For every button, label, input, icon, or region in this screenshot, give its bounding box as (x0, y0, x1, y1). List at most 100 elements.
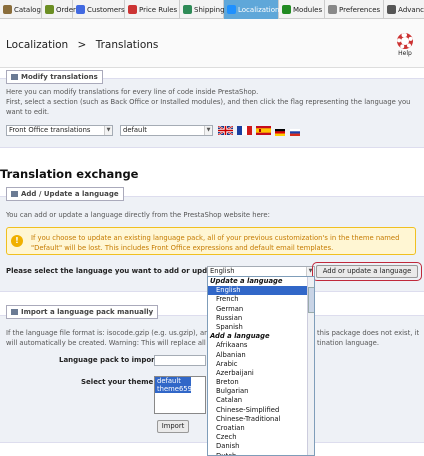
legend-icon (11, 309, 18, 315)
warning-text: If you choose to update an existing lang… (31, 234, 400, 252)
language-dropdown-list[interactable]: Update a language English French German Russ… (207, 276, 315, 456)
language-option[interactable]: Croatian (208, 424, 314, 433)
tab-label: Customers (87, 5, 125, 14)
import-desc-1a: If the language file format is: isocode.… (6, 329, 213, 337)
tab-shipping[interactable]: Shipping (180, 0, 225, 19)
tab-label: Price Rules (139, 5, 178, 14)
translation-type-value: Front Office translations (9, 126, 91, 134)
german-flag-icon[interactable] (275, 128, 285, 137)
language-option[interactable]: Danish (208, 442, 314, 451)
theme-select-label: Select your theme: (81, 378, 157, 386)
warning-box: ! If you choose to update an existing la… (6, 227, 416, 255)
language-option[interactable]: Azerbaijani (208, 369, 314, 378)
warning-icon: ! (11, 235, 23, 247)
language-option[interactable]: Dutch (208, 452, 314, 455)
language-option[interactable]: Chinese-Traditional (208, 415, 314, 424)
language-option[interactable]: Russian (208, 314, 314, 323)
pack-import-label: Language pack to import: (59, 356, 161, 364)
chevron-down-icon: ▼ (104, 126, 112, 135)
help-label: Help (398, 50, 412, 57)
theme-option[interactable]: theme659 (155, 385, 192, 393)
tab-label: Advanced (398, 5, 424, 14)
theme-select[interactable]: default ▼ (120, 125, 213, 136)
language-option[interactable]: Breton (208, 378, 314, 387)
dropdown-group-label: Update a language (210, 277, 283, 285)
add-update-legend: Add / Update a language (6, 187, 124, 201)
language-option[interactable]: English (208, 286, 314, 296)
import-desc-1b: this package does not exist, it (317, 329, 420, 337)
tab-advanced[interactable]: Advanced (384, 0, 424, 19)
language-pack-file-input[interactable] (154, 355, 206, 366)
import-desc-2b: tination language. (317, 339, 380, 347)
tab-label: Localization (238, 5, 280, 14)
language-option[interactable]: Spanish (208, 323, 314, 332)
language-option[interactable]: Albanian (208, 351, 314, 360)
language-option[interactable]: Catalan (208, 396, 314, 405)
tab-customers[interactable]: Customers (73, 0, 125, 19)
modify-desc-2: First, select a section (such as Back Of… (6, 98, 411, 106)
chevron-down-icon: ▼ (204, 126, 212, 135)
spanish-flag-icon[interactable] (256, 126, 271, 135)
tab-orders[interactable]: Orders (42, 0, 80, 19)
theme-option[interactable]: default (155, 377, 191, 385)
add-update-desc: You can add or update a language directl… (6, 211, 270, 219)
breadcrumb-page: Translations (95, 39, 159, 51)
theme-select-value: default (123, 126, 147, 134)
tab-label: Modules (293, 5, 323, 14)
tab-label: Catalog (14, 5, 41, 14)
dropdown-group-label: Add a language (210, 332, 270, 341)
language-option[interactable]: Czech (208, 433, 314, 442)
modules-icon (282, 5, 291, 14)
dropdown-scrollbar[interactable] (307, 277, 314, 455)
legend-icon (11, 74, 18, 80)
lifebuoy-icon (397, 33, 413, 49)
tab-label: Preferences (339, 5, 381, 14)
customers-icon (76, 5, 85, 14)
price-rules-icon (128, 5, 137, 14)
language-select-label: Please select the language you want to a… (6, 267, 223, 275)
legend-icon (11, 191, 18, 197)
modify-translations-legend: Modify translations (6, 70, 103, 84)
preferences-icon (328, 5, 337, 14)
french-flag-icon[interactable] (237, 126, 252, 135)
legend-label: Import a language pack manually (21, 308, 154, 316)
import-desc-2a: will automatically be created. Warning: … (6, 339, 215, 347)
main-tab-bar: Catalog Orders Customers Price Rules Shippin… (0, 0, 424, 19)
scrollbar-thumb[interactable] (308, 287, 314, 313)
import-legend: Import a language pack manually (6, 305, 159, 319)
breadcrumb: Localization > Translations (6, 39, 158, 51)
language-option[interactable]: Arabic (208, 360, 314, 369)
language-option[interactable]: Chinese-Simplified (208, 406, 314, 415)
import-button[interactable]: Import (157, 420, 189, 433)
legend-label: Add / Update a language (21, 190, 119, 198)
language-option[interactable]: Bulgarian (208, 387, 314, 396)
tab-preferences[interactable]: Preferences (325, 0, 385, 19)
tab-label: Shipping (194, 5, 225, 14)
orders-icon (45, 5, 54, 14)
modify-desc-1: Here you can modify translations for eve… (6, 88, 259, 96)
legend-label: Modify translations (21, 73, 98, 81)
add-or-update-language-button[interactable]: Add or update a language (316, 265, 418, 278)
advanced-icon (387, 5, 397, 14)
localization-icon (227, 5, 236, 14)
page-header: Localization > Translations Help (0, 19, 424, 68)
shipping-icon (183, 5, 192, 14)
tab-localization[interactable]: Localization (224, 0, 279, 19)
breadcrumb-separator: > (77, 39, 87, 51)
tab-price-rules[interactable]: Price Rules (125, 0, 180, 19)
breadcrumb-section[interactable]: Localization (6, 39, 68, 51)
language-option[interactable]: French (208, 295, 314, 304)
theme-multiselect[interactable]: default theme659 (154, 376, 206, 414)
modify-desc-3: want to edit. (6, 108, 50, 116)
help-button[interactable]: Help (395, 33, 415, 61)
language-option[interactable]: Afrikaans (208, 341, 314, 350)
catalog-icon (3, 5, 12, 14)
translation-exchange-title: Translation exchange (0, 167, 139, 181)
translation-type-select[interactable]: Front Office translations ▼ (6, 125, 113, 136)
tab-catalog[interactable]: Catalog (0, 0, 42, 19)
language-select-value: English (210, 267, 235, 275)
russian-flag-icon[interactable] (290, 128, 300, 137)
tab-modules[interactable]: Modules (279, 0, 325, 19)
language-option[interactable]: German (208, 305, 314, 314)
english-flag-icon[interactable] (218, 126, 233, 135)
